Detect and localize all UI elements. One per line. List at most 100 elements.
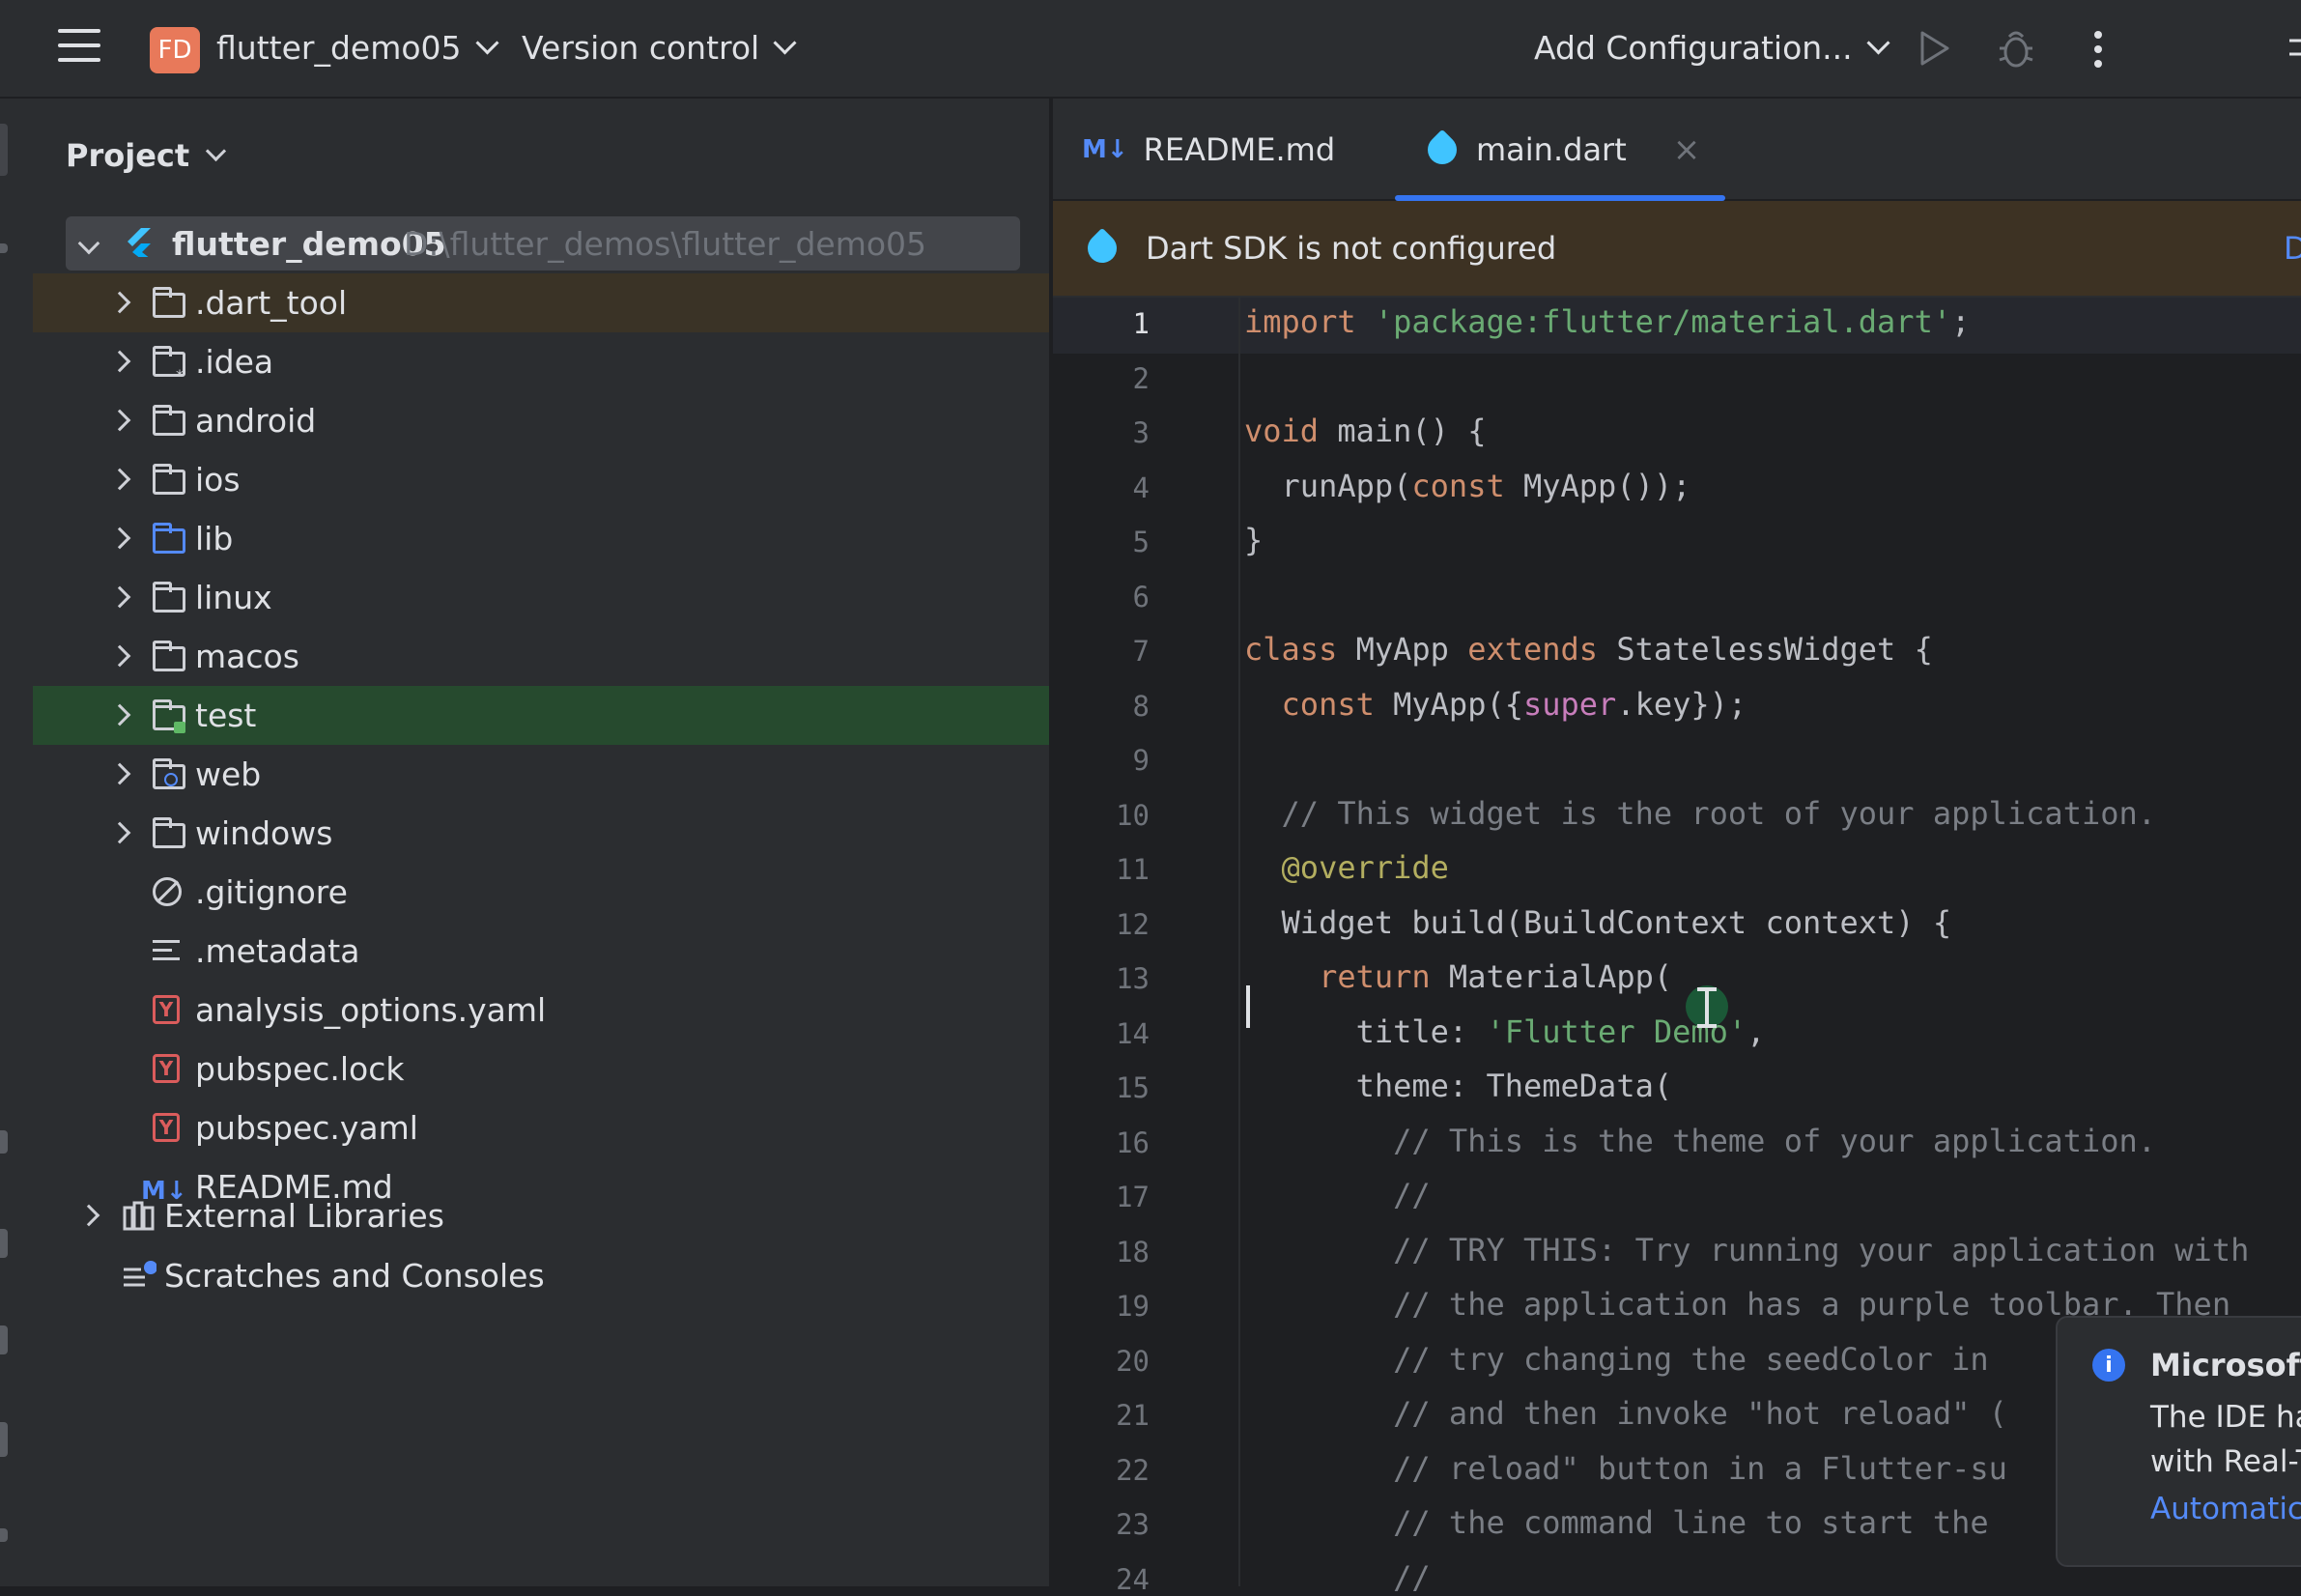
chevron-right-icon[interactable] (77, 1204, 100, 1227)
vcs-menu[interactable]: Version control (522, 29, 797, 67)
chevron-right-icon[interactable] (108, 821, 131, 844)
folder-icon (153, 287, 187, 319)
line-number: 4 (1132, 470, 1150, 504)
tab-readme[interactable]: M↓ README.md (1082, 99, 1335, 201)
main-menu-icon[interactable] (58, 29, 100, 68)
chevron-right-icon[interactable] (108, 644, 131, 668)
line-number: 8 (1132, 689, 1150, 723)
toolbar-overflow-icon[interactable] (2287, 29, 2301, 70)
run-config-selector[interactable]: Add Configuration... (1534, 29, 1890, 67)
tool-button[interactable] (0, 1325, 8, 1354)
tree-item[interactable]: windows (33, 804, 1049, 863)
tree-item[interactable]: lib (33, 509, 1049, 568)
code-line: // This is the theme of your application… (1393, 1122, 2157, 1159)
chevron-right-icon[interactable] (108, 762, 131, 785)
chevron-right-icon[interactable] (108, 409, 131, 432)
folder-icon (153, 641, 187, 672)
root-project-path: D:\flutter_demos\flutter_demo05 (404, 225, 927, 263)
tool-button[interactable] (0, 1422, 8, 1457)
tree-item[interactable]: android (33, 391, 1049, 450)
tree-item[interactable]: ios (33, 450, 1049, 509)
code-line: Widget build(BuildContext context) { (1244, 903, 1952, 941)
sdk-warning-banner: Dart SDK is not configured D (1053, 201, 2301, 298)
run-icon[interactable] (1917, 29, 1951, 68)
tool-button[interactable] (0, 1528, 8, 1542)
dart-icon (1081, 227, 1123, 270)
line-number: 11 (1116, 853, 1150, 886)
line-number: 12 (1116, 907, 1150, 941)
tree-item-label: analysis_options.yaml (195, 991, 547, 1029)
project-title-label: Project (66, 137, 190, 174)
chevron-right-icon[interactable] (108, 468, 131, 491)
tree-item[interactable]: Yanalysis_options.yaml (33, 981, 1049, 1040)
tree-item-label: pubspec.yaml (195, 1109, 418, 1147)
yaml-icon: Y (153, 1113, 187, 1144)
tab-label: README.md (1143, 131, 1336, 168)
yaml-icon: Y (153, 1054, 187, 1085)
line-number: 19 (1116, 1290, 1150, 1323)
chevron-right-icon[interactable] (108, 527, 131, 550)
debug-icon[interactable] (1996, 27, 2036, 70)
library-icon (123, 1201, 155, 1231)
text-caret (1246, 985, 1250, 1028)
code-line: class MyApp extends StatelessWidget { (1244, 631, 1933, 668)
tree-root-row[interactable]: flutter_demo05 D:\flutter_demos\flutter_… (33, 214, 1049, 273)
tree-item-label: test (195, 697, 257, 734)
code-line: // reload" button in a Flutter-su (1393, 1449, 2007, 1487)
tool-button[interactable] (0, 243, 8, 253)
tab-main-dart[interactable]: main.dart × (1395, 99, 1726, 201)
yaml-icon: Y (153, 995, 187, 1026)
tree-item[interactable]: macos (33, 627, 1049, 686)
project-badge[interactable]: FD (150, 27, 200, 73)
chevron-right-icon[interactable] (108, 703, 131, 727)
main-toolbar: FD flutter_demo05 Version control Add Co… (0, 0, 2301, 99)
line-number: 21 (1116, 1399, 1150, 1432)
scratches-row[interactable]: Scratches and Consoles (33, 1246, 1049, 1305)
code-line: import 'package:flutter/material.dart'; (1244, 303, 1971, 340)
tree-item-label: .gitignore (195, 873, 348, 911)
line-number: 15 (1116, 1071, 1150, 1104)
chevron-right-icon[interactable] (108, 291, 131, 314)
tree-item[interactable]: * .idea (33, 332, 1049, 391)
tree-item[interactable]: .metadata (33, 922, 1049, 981)
source-folder-icon (153, 523, 187, 555)
tree-item[interactable]: Ypubspec.lock (33, 1040, 1049, 1098)
code-line: runApp(const MyApp()); (1244, 467, 1691, 504)
run-config-label: Add Configuration... (1534, 29, 1853, 67)
code-line: @override (1281, 849, 1449, 886)
notification-link[interactable]: Automatica (2150, 1492, 2301, 1526)
more-options-icon[interactable] (2092, 29, 2104, 70)
project-tool-button[interactable] (0, 124, 8, 176)
text-file-icon (153, 936, 187, 967)
tool-button[interactable] (0, 1130, 8, 1154)
tree-item-label: android (195, 402, 317, 440)
flutter-icon (128, 228, 151, 257)
tree-item[interactable]: linux (33, 568, 1049, 627)
tool-button[interactable] (0, 1229, 8, 1258)
tree-item[interactable]: .dart_tool (33, 273, 1049, 332)
close-icon[interactable]: × (1673, 130, 1701, 169)
tree-item[interactable]: web (33, 745, 1049, 804)
chevron-down-icon (1866, 31, 1890, 55)
notification-popup[interactable]: i Microsoft The IDE ha with Real-T Autom… (2056, 1316, 2301, 1567)
tree-item[interactable]: Ypubspec.yaml (33, 1098, 1049, 1157)
project-selector[interactable]: flutter_demo05 (216, 29, 499, 67)
tree-item-label: linux (195, 579, 272, 616)
banner-action-link[interactable]: D (2284, 230, 2301, 267)
tree-item-label: macos (195, 638, 299, 675)
chevron-right-icon[interactable] (108, 350, 131, 373)
chevron-down-icon[interactable] (77, 232, 100, 255)
project-panel-title[interactable]: Project (66, 137, 227, 174)
banner-text: Dart SDK is not configured (1146, 230, 1557, 267)
tree-item[interactable]: test (33, 686, 1049, 745)
chevron-right-icon[interactable] (108, 585, 131, 609)
markdown-icon: M↓ (1082, 135, 1128, 164)
notification-body-line: with Real-T (2150, 1444, 2301, 1479)
idea-folder-icon: * (153, 346, 187, 385)
folder-icon (153, 817, 187, 849)
tree-item[interactable]: .gitignore (33, 863, 1049, 922)
gitignore-icon (153, 877, 187, 908)
left-tool-strip (0, 99, 33, 1586)
external-libraries-row[interactable]: External Libraries (33, 1186, 1049, 1245)
scratches-label: Scratches and Consoles (164, 1257, 545, 1295)
